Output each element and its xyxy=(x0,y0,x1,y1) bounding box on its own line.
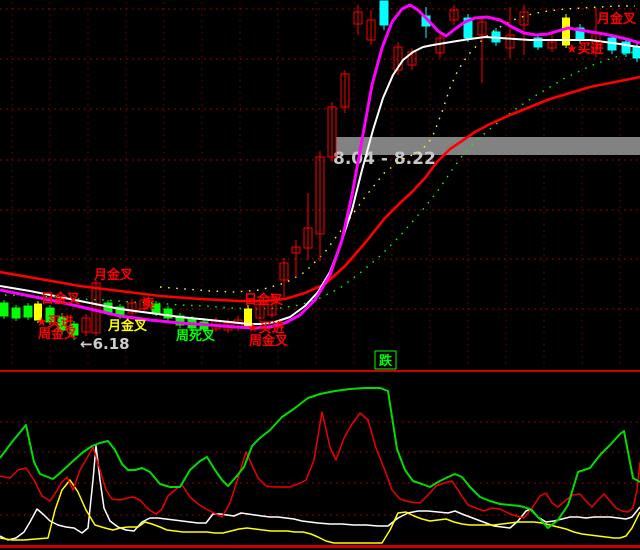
signal-label: 周金叉 xyxy=(249,333,289,349)
signal-label: 周金叉 xyxy=(38,326,78,342)
stock-chart[interactable]: 8.04 - 8.22月金叉★买进月金叉日金叉卖★买进周金叉月金叉周死叉←6.1… xyxy=(0,0,640,550)
candle-body-g xyxy=(0,303,8,316)
chart-screen: 8.04 - 8.22月金叉★买进月金叉日金叉卖★买进周金叉月金叉周死叉←6.1… xyxy=(0,0,640,550)
signal-label: 跌 xyxy=(379,353,393,369)
signal-label: 日金叉 xyxy=(244,292,284,308)
signal-label: 周死叉 xyxy=(176,329,216,344)
ind-red xyxy=(0,412,640,518)
bottom-border xyxy=(0,545,640,548)
signal-label: 月金叉 xyxy=(107,318,148,334)
signal-label: ←6.18 xyxy=(80,335,130,353)
candle-body-c xyxy=(633,47,640,58)
signal-label: 卖 xyxy=(142,296,155,312)
signal-label: 月金叉 xyxy=(93,267,134,283)
candle-body-c xyxy=(380,1,388,25)
candle-body-g xyxy=(24,306,32,317)
signal-label: 日金叉 xyxy=(41,291,81,307)
price-band-label: 8.04 - 8.22 xyxy=(333,149,436,169)
ind-yellow xyxy=(0,480,640,543)
candle-body-g xyxy=(12,308,20,318)
signal-label: 月金叉 xyxy=(596,11,637,27)
signal-label: ★买进 xyxy=(566,42,604,57)
